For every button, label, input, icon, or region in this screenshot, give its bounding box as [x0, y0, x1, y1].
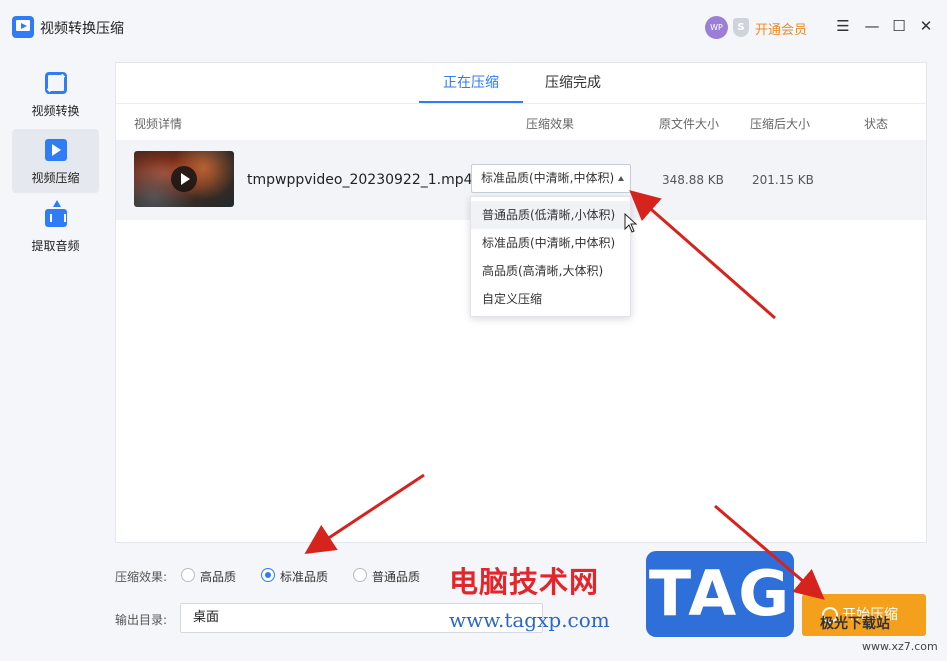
arrow-to-radio [304, 473, 425, 554]
arrow-to-dropdown [629, 190, 776, 320]
arrow-to-start [714, 504, 825, 600]
annotation-arrows [304, 190, 825, 600]
